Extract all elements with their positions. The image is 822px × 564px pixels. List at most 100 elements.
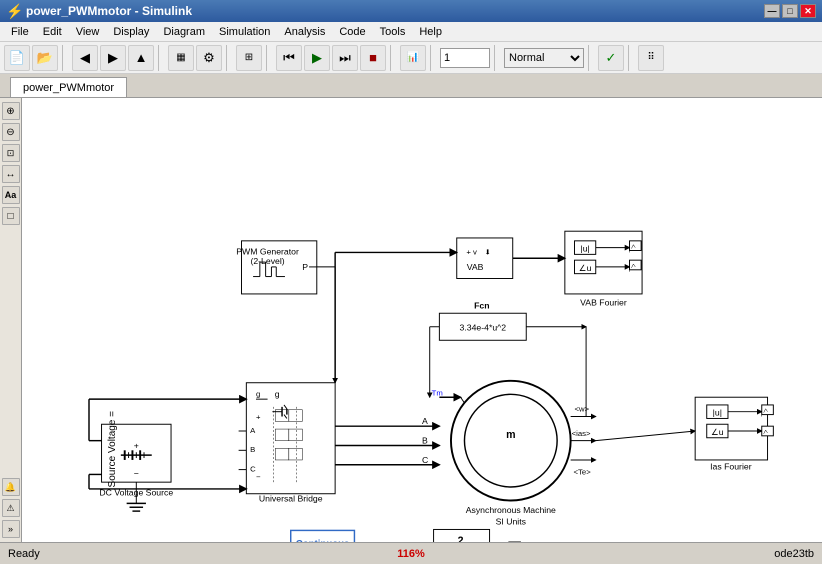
svg-text:B: B xyxy=(250,445,255,454)
menu-tools[interactable]: Tools xyxy=(373,25,413,39)
toolbar-check-btn[interactable]: ✓ xyxy=(598,45,624,71)
svg-text:m: m xyxy=(506,429,515,441)
toolbar-open-btn[interactable]: 📂 xyxy=(32,45,58,71)
menu-view[interactable]: View xyxy=(69,25,107,39)
svg-text:A: A xyxy=(422,416,428,426)
menu-simulation[interactable]: Simulation xyxy=(212,25,277,39)
svg-text:∠u: ∠u xyxy=(579,263,592,273)
title-bar-icon: ⚡ xyxy=(6,3,22,19)
menu-analysis[interactable]: Analysis xyxy=(277,25,332,39)
minimize-button[interactable]: — xyxy=(764,4,780,18)
toolbar-sep1 xyxy=(62,45,68,71)
svg-text:B: B xyxy=(422,436,428,446)
menu-code[interactable]: Code xyxy=(332,25,372,39)
svg-text:P: P xyxy=(302,262,308,272)
toolbar: 📄 📂 ◀ ▶ ▲ ▦ ⚙ ⊞ ⏮ ▶ ⏭ ■ 📊 Normal Acceler… xyxy=(0,42,822,74)
canvas[interactable]: + − DC Voltage Source xyxy=(22,98,822,542)
toolbar-sep4 xyxy=(266,45,272,71)
svg-text:Fcn: Fcn xyxy=(474,300,489,310)
sidebar-zoom-out-btn[interactable]: ⊖ xyxy=(2,123,20,141)
tab-power-pwmmotor[interactable]: power_PWMmotor xyxy=(10,77,127,97)
svg-text:∠u: ∠u xyxy=(711,427,724,437)
toolbar-sep8 xyxy=(588,45,594,71)
svg-text:g: g xyxy=(256,389,260,398)
svg-text:SI Units: SI Units xyxy=(496,517,527,527)
svg-text:+: + xyxy=(256,412,261,421)
svg-text:VAB: VAB xyxy=(467,262,484,272)
toolbar-step-btn[interactable]: ⏭ xyxy=(332,45,358,71)
svg-text:2: 2 xyxy=(458,535,464,542)
svg-text:(2-Level): (2-Level) xyxy=(250,256,284,266)
sidebar-bottom-btn1[interactable]: 🔔 xyxy=(2,478,20,496)
title-bar-controls: — □ ✕ xyxy=(764,4,816,18)
svg-text:VAB Fourier: VAB Fourier xyxy=(580,298,627,308)
tab-bar: power_PWMmotor xyxy=(0,74,822,98)
toolbar-sep7 xyxy=(494,45,500,71)
svg-text:Tm: Tm xyxy=(432,388,443,397)
svg-text:Continuous: Continuous xyxy=(296,539,350,542)
simulation-time-input[interactable] xyxy=(440,48,490,68)
toolbar-scope-btn[interactable]: 📊 xyxy=(400,45,426,71)
toolbar-sep9 xyxy=(628,45,634,71)
svg-text:+ v: + v xyxy=(466,247,477,256)
sidebar-bottom-btn2[interactable]: ⚠ xyxy=(2,499,20,517)
svg-text:<Te>: <Te> xyxy=(574,467,592,476)
main-area: ⊕ ⊖ ⊡ ↔ Aa □ 🔔 ⚠ » + xyxy=(0,98,822,542)
svg-text:−: − xyxy=(256,472,261,481)
svg-text:|u|: |u| xyxy=(580,243,589,253)
menu-edit[interactable]: Edit xyxy=(36,25,69,39)
svg-text:g: g xyxy=(275,389,280,399)
svg-text:<ias>: <ias> xyxy=(572,429,591,438)
toolbar-sep6 xyxy=(430,45,436,71)
svg-text:DC Voltage Source: DC Voltage Source xyxy=(99,488,173,498)
toolbar-sep5 xyxy=(390,45,396,71)
status-ready: Ready xyxy=(8,548,277,560)
simulation-mode-select[interactable]: Normal Accelerator Rapid Accelerator xyxy=(504,48,584,68)
toolbar-lib-btn[interactable]: ▦ xyxy=(168,45,194,71)
menu-diagram[interactable]: Diagram xyxy=(156,25,212,39)
toolbar-grid-btn[interactable]: ⊞ xyxy=(236,45,262,71)
toolbar-stop-btn[interactable]: ■ xyxy=(360,45,386,71)
maximize-button[interactable]: □ xyxy=(782,4,798,18)
svg-text:3.34e-4*u^2: 3.34e-4*u^2 xyxy=(460,323,507,333)
menu-help[interactable]: Help xyxy=(412,25,449,39)
toolbar-rewind-btn[interactable]: ⏮ xyxy=(276,45,302,71)
status-bar: Ready 116% ode23tb xyxy=(0,542,822,564)
toolbar-sep3 xyxy=(226,45,232,71)
toolbar-settings-btn[interactable]: ⚙ xyxy=(196,45,222,71)
toolbar-grid2-btn[interactable]: ⠿ xyxy=(638,45,664,71)
svg-text:Asynchronous Machine: Asynchronous Machine xyxy=(466,505,556,515)
sidebar-pan-btn[interactable]: ↔ xyxy=(2,165,20,183)
toolbar-back-btn[interactable]: ◀ xyxy=(72,45,98,71)
toolbar-sep2 xyxy=(158,45,164,71)
svg-text:−: − xyxy=(134,468,139,478)
svg-text:C: C xyxy=(422,455,428,465)
status-zoom: 116% xyxy=(277,548,546,560)
title-bar-title: power_PWMmotor - Simulink xyxy=(26,4,764,18)
sidebar-select-btn[interactable]: □ xyxy=(2,207,20,225)
menu-file[interactable]: File xyxy=(4,25,36,39)
svg-text:|u|: |u| xyxy=(713,408,722,418)
svg-text:C: C xyxy=(250,465,256,474)
svg-text:PWM Generator: PWM Generator xyxy=(236,246,299,256)
sidebar-text-btn[interactable]: Aa xyxy=(2,186,20,204)
close-button[interactable]: ✕ xyxy=(800,4,816,18)
menu-display[interactable]: Display xyxy=(106,25,156,39)
sidebar-fit-btn[interactable]: ⊡ xyxy=(2,144,20,162)
toolbar-new-btn[interactable]: 📄 xyxy=(4,45,30,71)
svg-text:<w>: <w> xyxy=(575,405,590,414)
left-sidebar: ⊕ ⊖ ⊡ ↔ Aa □ 🔔 ⚠ » xyxy=(0,98,22,542)
toolbar-up-btn[interactable]: ▲ xyxy=(128,45,154,71)
menu-bar: File Edit View Display Diagram Simulatio… xyxy=(0,22,822,42)
svg-text:⬇: ⬇ xyxy=(485,248,491,256)
svg-text:+: + xyxy=(134,440,139,450)
source-voltage-label: Source Voltage = xyxy=(108,411,118,487)
title-bar: ⚡ power_PWMmotor - Simulink — □ ✕ xyxy=(0,0,822,22)
sidebar-expand-btn[interactable]: » xyxy=(2,520,20,538)
sidebar-zoom-in-btn[interactable]: ⊕ xyxy=(2,102,20,120)
toolbar-play-btn[interactable]: ▶ xyxy=(304,45,330,71)
toolbar-fwd-btn[interactable]: ▶ xyxy=(100,45,126,71)
svg-text:Universal Bridge: Universal Bridge xyxy=(259,493,323,503)
status-solver: ode23tb xyxy=(545,548,814,560)
svg-text:A: A xyxy=(250,426,256,435)
